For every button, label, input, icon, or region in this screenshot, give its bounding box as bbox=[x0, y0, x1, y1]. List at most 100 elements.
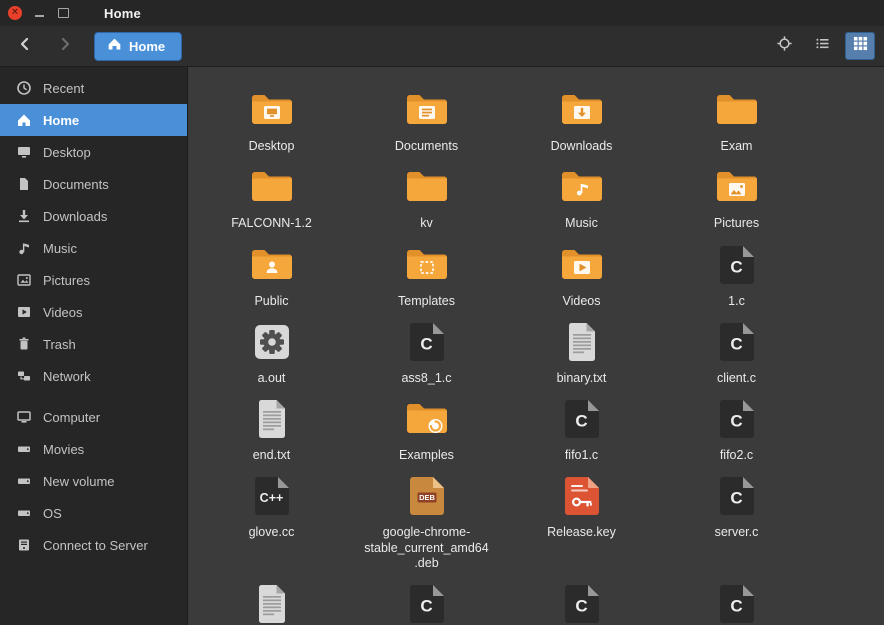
home-button[interactable]: Home bbox=[94, 32, 182, 61]
sidebar-item-label: Trash bbox=[43, 337, 76, 352]
downloads-icon bbox=[16, 208, 32, 224]
file-item[interactable]: C bbox=[504, 575, 659, 625]
sidebar: RecentHomeDesktopDocuments Downloads Music… bbox=[0, 67, 188, 625]
file-item-kv[interactable]: kv bbox=[349, 158, 504, 231]
back-button[interactable] bbox=[9, 31, 41, 61]
file-label: glove.cc bbox=[249, 525, 295, 540]
file-item-binary-txt[interactable]: binary.txt bbox=[504, 313, 659, 386]
file-item-google-chrome-stable-current-amd64-deb[interactable]: DEBgoogle-chrome-stable_current_amd64.de… bbox=[349, 467, 504, 571]
maximize-button[interactable] bbox=[56, 6, 70, 20]
sidebar-item-connect-to-server[interactable]: Connect to Server bbox=[0, 529, 187, 561]
sidebar-section-devices: Computer Movies New volume OS Connect to Ser… bbox=[0, 401, 187, 561]
folder-icon bbox=[403, 163, 451, 211]
folder-icon bbox=[403, 395, 451, 443]
svg-text:C: C bbox=[730, 257, 742, 276]
forward-icon bbox=[57, 36, 73, 57]
file-item-templates[interactable]: Templates bbox=[349, 236, 504, 309]
file-item[interactable] bbox=[194, 575, 349, 625]
sidebar-item-computer[interactable]: Computer bbox=[0, 401, 187, 433]
file-label: Documents bbox=[395, 139, 458, 154]
sidebar-item-label: Computer bbox=[43, 410, 100, 425]
sidebar-item-new-volume[interactable]: New volume bbox=[0, 465, 187, 497]
file-item-client-c[interactable]: Cclient.c bbox=[659, 313, 814, 386]
executable-icon bbox=[248, 318, 296, 366]
sidebar-item-movies[interactable]: Movies bbox=[0, 433, 187, 465]
window-body: RecentHomeDesktopDocumentsDownloadsMusic… bbox=[0, 67, 884, 625]
folder-icon bbox=[713, 163, 761, 211]
svg-text:C++: C++ bbox=[259, 491, 283, 505]
sidebar-item-network[interactable]: Network bbox=[0, 360, 187, 392]
file-item-fifo1-c[interactable]: Cfifo1.c bbox=[504, 390, 659, 463]
sidebar-item-home[interactable]: Home bbox=[0, 104, 187, 136]
text-icon bbox=[248, 580, 296, 625]
svg-text:C: C bbox=[575, 412, 587, 431]
location-entry-button[interactable] bbox=[769, 32, 799, 60]
sidebar-item-desktop[interactable]: Desktop bbox=[0, 136, 187, 168]
trash-icon bbox=[16, 336, 32, 352]
window-title: Home bbox=[104, 6, 141, 21]
file-item-downloads[interactable]: Downloads bbox=[504, 81, 659, 154]
sidebar-item-music[interactable]: Music bbox=[0, 232, 187, 264]
close-button[interactable]: × bbox=[8, 6, 22, 20]
sidebar-item-downloads[interactable]: Downloads bbox=[0, 200, 187, 232]
sidebar-item-label: Connect to Server bbox=[43, 538, 148, 553]
sidebar-item-label: Downloads bbox=[43, 209, 107, 224]
file-item-videos[interactable]: Videos bbox=[504, 236, 659, 309]
file-item-public[interactable]: Public bbox=[194, 236, 349, 309]
maximize-icon bbox=[58, 8, 69, 18]
sidebar-section-places: RecentHomeDesktopDocuments Downloads Music… bbox=[0, 72, 187, 392]
music-icon bbox=[16, 240, 32, 256]
key-icon bbox=[558, 472, 606, 520]
file-grid: Desktop Documents DownloadsExam FALCONN-1.2… bbox=[194, 81, 884, 625]
file-item-desktop[interactable]: Desktop bbox=[194, 81, 349, 154]
c-source-icon: C bbox=[713, 395, 761, 443]
file-item-a-out[interactable]: a.out bbox=[194, 313, 349, 386]
sidebar-item-label: New volume bbox=[43, 474, 115, 489]
sidebar-item-label: Music bbox=[43, 241, 77, 256]
forward-button[interactable] bbox=[49, 31, 81, 61]
drive-icon bbox=[16, 441, 32, 457]
sidebar-item-recent[interactable]: Recent bbox=[0, 72, 187, 104]
network-icon bbox=[16, 368, 32, 384]
sidebar-item-documents[interactable]: Documents bbox=[0, 168, 187, 200]
file-item[interactable]: C bbox=[349, 575, 504, 625]
file-label: a.out bbox=[258, 371, 286, 386]
file-item-exam[interactable]: Exam bbox=[659, 81, 814, 154]
folder-icon bbox=[713, 86, 761, 134]
file-item-examples[interactable]: Examples bbox=[349, 390, 504, 463]
file-item-glove-cc[interactable]: C++ glove.cc bbox=[194, 467, 349, 571]
file-manager-window: × Home Home RecentHomeDesk bbox=[0, 0, 884, 625]
file-item-fifo2-c[interactable]: Cfifo2.c bbox=[659, 390, 814, 463]
desktop-icon bbox=[16, 144, 32, 160]
sidebar-item-trash[interactable]: Trash bbox=[0, 328, 187, 360]
file-item[interactable]: C bbox=[659, 575, 814, 625]
list-view-button[interactable] bbox=[807, 32, 837, 60]
file-item-ass8-1-c[interactable]: Cass8_1.c bbox=[349, 313, 504, 386]
sidebar-item-label: Movies bbox=[43, 442, 84, 457]
home-button-label: Home bbox=[129, 39, 165, 54]
file-label: ass8_1.c bbox=[401, 371, 451, 386]
sidebar-item-videos[interactable]: Videos bbox=[0, 296, 187, 328]
minimize-button[interactable] bbox=[32, 6, 46, 20]
file-label: binary.txt bbox=[557, 371, 607, 386]
file-item-1-c[interactable]: C1.c bbox=[659, 236, 814, 309]
list-view-icon bbox=[815, 36, 830, 56]
file-item-music[interactable]: Music bbox=[504, 158, 659, 231]
file-item-pictures[interactable]: Pictures bbox=[659, 158, 814, 231]
file-item-documents[interactable]: Documents bbox=[349, 81, 504, 154]
file-item-server-c[interactable]: Cserver.c bbox=[659, 467, 814, 571]
minimize-icon bbox=[35, 15, 44, 17]
file-label: Desktop bbox=[249, 139, 295, 154]
file-item-end-txt[interactable]: end.txt bbox=[194, 390, 349, 463]
computer-icon bbox=[16, 409, 32, 425]
grid-view-button[interactable] bbox=[845, 32, 875, 60]
sidebar-item-pictures[interactable]: Pictures bbox=[0, 264, 187, 296]
sidebar-item-os[interactable]: OS bbox=[0, 497, 187, 529]
deb-package-icon: DEB bbox=[403, 472, 451, 520]
file-label: end.txt bbox=[253, 448, 291, 463]
folder-icon bbox=[558, 241, 606, 289]
home-icon bbox=[107, 37, 122, 55]
file-item-release-key[interactable]: Release.key bbox=[504, 467, 659, 571]
svg-text:DEB: DEB bbox=[419, 493, 435, 502]
file-item-falconn-1-2[interactable]: FALCONN-1.2 bbox=[194, 158, 349, 231]
